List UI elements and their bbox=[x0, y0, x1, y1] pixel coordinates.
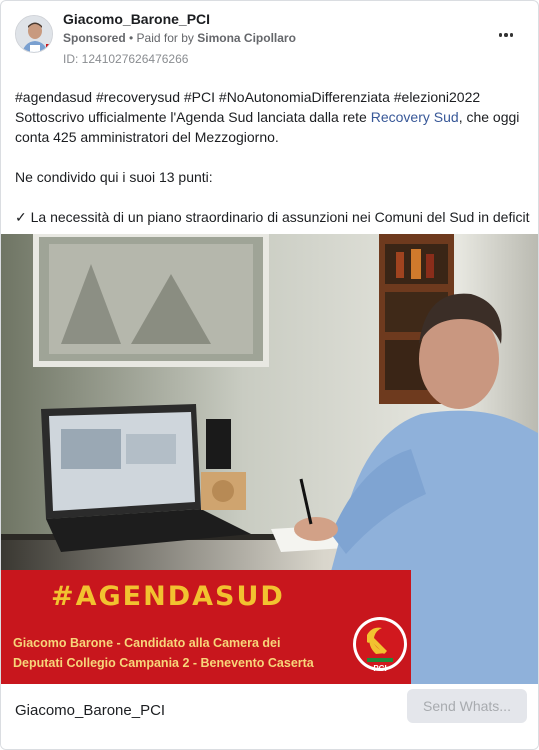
banner-title: #AGENDASUD bbox=[51, 581, 285, 612]
separator: • bbox=[125, 31, 137, 45]
ad-footer: Giacomo_Barone_PCI Send Whats... bbox=[1, 684, 538, 749]
more-options-button[interactable] bbox=[494, 27, 518, 43]
text-line: conta 425 amministratori del Mezzogiorno… bbox=[15, 129, 279, 145]
footer-page-name: Giacomo_Barone_PCI bbox=[15, 702, 166, 719]
more-horizontal-icon bbox=[504, 33, 508, 37]
ad-id: ID: 1241027626476266 bbox=[63, 52, 189, 66]
more-horizontal-icon bbox=[509, 33, 514, 37]
banner-subtitle-line2: Deputati Collegio Campania 2 - Benevento… bbox=[13, 656, 315, 670]
ad-card: Giacomo_Barone_PCI Sponsored • Paid for … bbox=[0, 0, 539, 750]
hashtags-line: #agendasud #recoverysud #PCI #NoAutonomi… bbox=[15, 89, 481, 105]
payer-name: Simona Cipollaro bbox=[197, 31, 296, 45]
sponsored-label: Sponsored bbox=[63, 31, 126, 45]
post-header: Giacomo_Barone_PCI Sponsored • Paid for … bbox=[1, 1, 538, 73]
pci-logo-text: PCI bbox=[373, 664, 386, 673]
text-line: Ne condivido qui i suoi 13 punti: bbox=[15, 169, 213, 185]
more-horizontal-icon bbox=[498, 33, 503, 37]
recovery-sud-link[interactable]: Recovery Sud bbox=[371, 109, 459, 125]
post-text: #agendasud #recoverysud #PCI #NoAutonomi… bbox=[15, 87, 530, 227]
ad-image[interactable]: #AGENDASUD Giacomo Barone - Candidato al… bbox=[1, 234, 538, 684]
ad-photo: #AGENDASUD Giacomo Barone - Candidato al… bbox=[1, 234, 538, 684]
send-whatsapp-button[interactable]: Send Whats... bbox=[407, 689, 527, 723]
text-line-truncated: ✓ La necessità di un piano straordinario… bbox=[15, 209, 530, 225]
text-line: Sottoscrivo ufficialmente l'Agenda Sud l… bbox=[15, 107, 530, 127]
sponsored-line: Sponsored • Paid for by Simona Cipollaro bbox=[63, 31, 296, 45]
page-name[interactable]: Giacomo_Barone_PCI bbox=[63, 11, 210, 27]
text-segment: , che oggi bbox=[458, 109, 520, 125]
paid-for-label: Paid for by bbox=[136, 31, 198, 45]
banner-subtitle-line1: Giacomo Barone - Candidato alla Camera d… bbox=[13, 636, 280, 650]
avatar[interactable] bbox=[15, 15, 53, 53]
text-segment: Sottoscrivo ufficialmente l'Agenda Sud l… bbox=[15, 109, 371, 125]
